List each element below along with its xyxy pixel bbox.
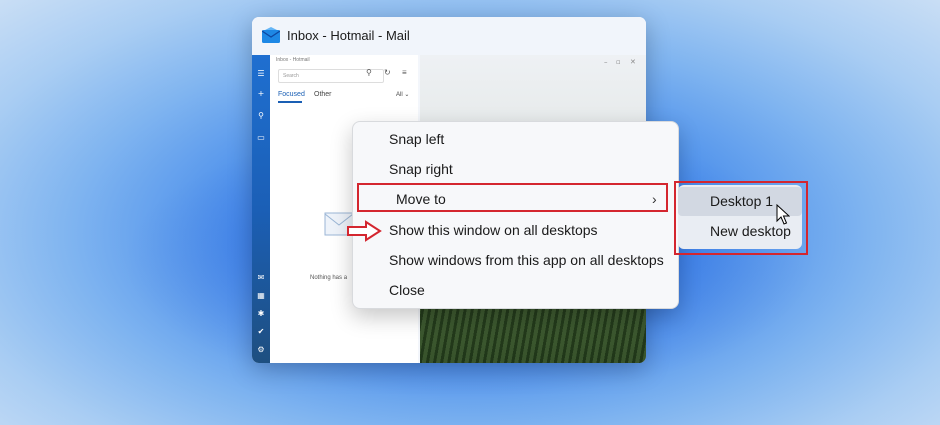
window-titlebar[interactable]: Inbox - Hotmail - Mail [252,17,646,55]
mouse-pointer-icon [776,204,790,225]
message-list-title: Inbox - Hotmail [276,57,310,63]
calendar-icon[interactable]: ▦ [256,291,266,301]
mail-icon[interactable]: ✉ [256,273,266,283]
sync-icon[interactable]: ↻ [384,68,391,77]
minimize-icon[interactable]: – [604,58,608,66]
menu-item-show-window-all-desktops[interactable]: Show this window on all desktops [353,215,678,245]
active-tab-indicator [278,101,302,103]
search-icon[interactable]: ⚲ [366,68,372,77]
annotation-arrow-icon [347,220,382,242]
todo-icon[interactable]: ✔ [256,327,266,337]
mail-envelope-icon [262,27,280,43]
menu-item-show-app-windows-all-desktops[interactable]: Show windows from this app on all deskto… [353,245,678,275]
tab-focused[interactable]: Focused [278,91,305,98]
empty-state-message: Nothing has a [310,275,348,281]
folder-icon[interactable]: ▭ [256,133,266,143]
window-title: Inbox - Hotmail - Mail [287,28,410,43]
hamburger-menu-icon[interactable]: ☰ [256,69,266,79]
window-context-menu: Snap left Snap right Move to › Show this… [352,121,679,309]
highlight-box-move-to [357,183,668,212]
menu-item-label: Snap right [389,161,453,177]
account-icon[interactable]: ⚲ [256,111,266,121]
menu-item-close[interactable]: Close [353,275,678,305]
tab-other[interactable]: Other [314,91,332,98]
settings-gear-icon[interactable]: ⚙ [256,345,266,355]
people-icon[interactable]: ✱ [256,309,266,319]
menu-item-label: Snap left [389,131,445,147]
menu-item-label: Close [389,282,425,298]
maximize-icon[interactable]: ▫ [616,58,621,66]
selection-mode-icon[interactable]: ≡ [402,68,407,77]
menu-item-snap-right[interactable]: Snap right [353,154,678,184]
new-mail-icon[interactable]: + [256,89,266,99]
menu-item-label: Show this window on all desktops [389,222,598,238]
menu-item-label: Show windows from this app on all deskto… [389,252,664,268]
menu-item-snap-left[interactable]: Snap left [353,124,678,154]
mail-nav-sidebar: ☰ + ⚲ ▭ ✉ ▦ ✱ ✔ ⚙ [252,55,270,363]
filter-label: All [396,92,403,98]
close-window-icon[interactable]: ✕ [630,58,636,66]
filter-dropdown[interactable]: All ⌄ [396,91,409,98]
